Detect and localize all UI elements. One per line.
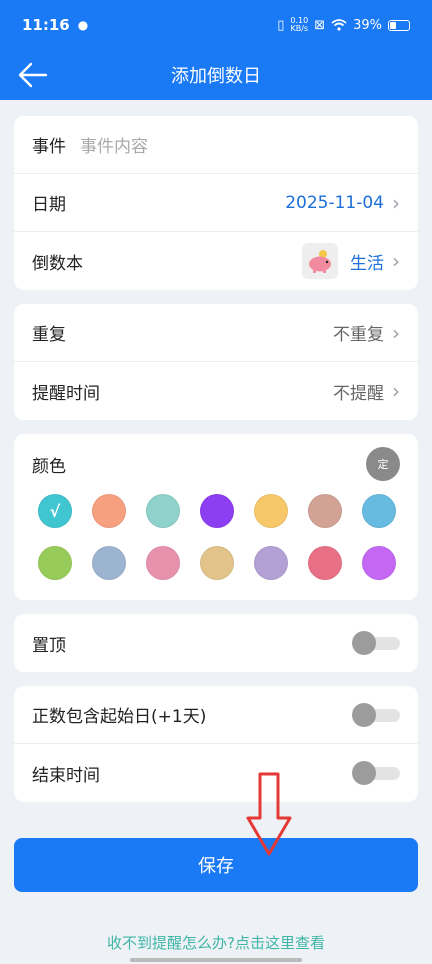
book-row[interactable]: 倒数本 生活 ›	[14, 232, 418, 290]
end-time-row: 结束时间	[14, 744, 418, 802]
book-value: 生活	[350, 253, 384, 274]
pin-row: 置顶	[14, 614, 418, 672]
options-card: 正数包含起始日(+1天) 结束时间	[14, 686, 418, 802]
chevron-right-icon: ›	[392, 379, 400, 403]
battery-percent: 39%	[353, 17, 382, 33]
color-swatch[interactable]	[308, 546, 342, 580]
color-swatch[interactable]	[200, 546, 234, 580]
color-swatch-grid: √	[14, 494, 418, 580]
home-indicator	[130, 958, 302, 962]
status-icons: ▯ 0.10 KB/s ⊠ 39%	[277, 17, 410, 33]
color-swatch[interactable]	[92, 494, 126, 528]
book-label: 倒数本	[32, 253, 83, 274]
wifi-icon	[331, 19, 347, 31]
chevron-right-icon: ›	[392, 320, 400, 345]
vibrate-icon: ▯	[277, 17, 285, 33]
date-value: 2025-11-04	[285, 192, 384, 213]
color-swatch[interactable]	[254, 494, 288, 528]
custom-color-button[interactable]: 定	[366, 447, 400, 481]
chevron-right-icon: ›	[392, 190, 400, 215]
piggy-bank-icon	[302, 243, 338, 279]
end-time-toggle[interactable]	[352, 761, 400, 785]
status-time: 11:16	[22, 16, 70, 34]
color-swatch[interactable]	[38, 546, 72, 580]
reminder-value: 不提醒	[333, 383, 384, 404]
repeat-value: 不重复	[333, 325, 384, 345]
battery-icon	[388, 19, 410, 31]
repeat-card: 重复 不重复 › 提醒时间 不提醒 ›	[14, 304, 418, 420]
app-bar: 添加倒数日	[0, 50, 432, 100]
no-sim-icon: ⊠	[314, 17, 326, 33]
date-row[interactable]: 日期 2025-11-04 ›	[14, 174, 418, 232]
event-label: 事件	[32, 137, 66, 157]
color-swatch[interactable]	[254, 546, 288, 580]
repeat-row[interactable]: 重复 不重复 ›	[14, 304, 418, 362]
color-label: 颜色	[32, 456, 66, 477]
color-swatch-selected[interactable]: √	[38, 494, 72, 528]
color-swatch[interactable]	[200, 494, 234, 528]
reminder-row[interactable]: 提醒时间 不提醒 ›	[14, 362, 418, 420]
annotation-arrow-down-icon	[246, 772, 292, 856]
color-swatch[interactable]	[362, 546, 396, 580]
color-swatch[interactable]	[362, 494, 396, 528]
color-swatch[interactable]	[92, 546, 126, 580]
chevron-right-icon: ›	[392, 249, 400, 273]
include-start-row: 正数包含起始日(+1天)	[14, 686, 418, 744]
color-swatch[interactable]	[146, 494, 180, 528]
color-swatch[interactable]	[308, 494, 342, 528]
pin-toggle[interactable]	[352, 631, 400, 655]
wechat-icon: ●	[77, 18, 89, 32]
reminder-label: 提醒时间	[32, 383, 100, 404]
event-input[interactable]: 事件内容	[80, 132, 148, 157]
basic-info-card: 事件 事件内容 日期 2025-11-04 › 倒数本 生活 ›	[14, 116, 418, 290]
date-label: 日期	[32, 195, 66, 215]
event-row: 事件 事件内容	[14, 116, 418, 174]
back-arrow-icon[interactable]	[16, 58, 50, 92]
page-title: 添加倒数日	[171, 66, 261, 87]
color-swatch[interactable]	[146, 546, 180, 580]
network-speed: 0.10 KB/s	[290, 16, 309, 33]
save-button[interactable]: 保存	[14, 838, 418, 892]
pin-card: 置顶	[14, 614, 418, 672]
pin-label: 置顶	[32, 635, 66, 656]
repeat-label: 重复	[32, 325, 66, 345]
include-start-toggle[interactable]	[352, 702, 400, 727]
help-link[interactable]: 收不到提醒怎么办?点击这里查看	[0, 932, 432, 953]
include-start-label: 正数包含起始日(+1天)	[32, 707, 207, 727]
color-card: 颜色 定 √	[14, 434, 418, 600]
status-bar: 11:16 ● ▯ 0.10 KB/s ⊠ 39%	[0, 0, 432, 50]
end-time-label: 结束时间	[32, 765, 100, 786]
